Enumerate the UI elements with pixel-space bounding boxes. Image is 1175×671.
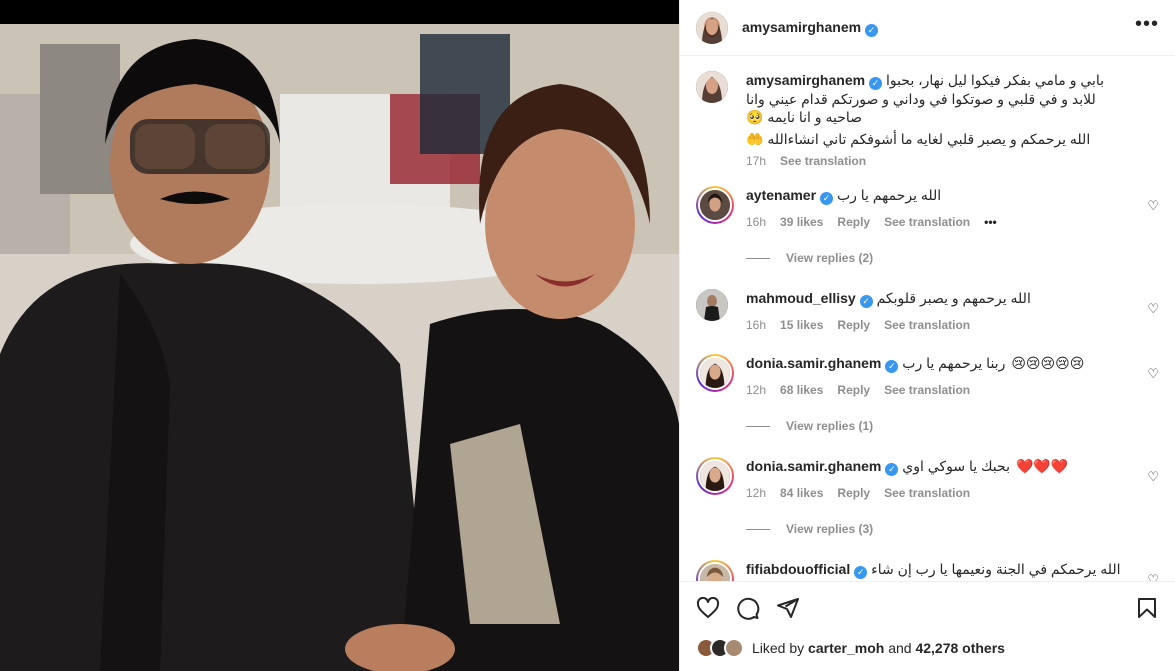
reply-button[interactable]: Reply xyxy=(837,215,870,229)
verified-badge-icon: ✓ xyxy=(854,566,868,579)
verified-badge-icon: ✓ xyxy=(859,295,873,308)
liked-by-prefix: Liked by xyxy=(752,640,805,656)
post-media-panel xyxy=(0,0,679,671)
comment-item: mahmoud_ellisy ✓ الله يرحمهم و يصبر قلوبك… xyxy=(696,289,1159,332)
author-username[interactable]: amysamirghanem xyxy=(742,19,861,35)
view-replies-button[interactable]: View replies (1) xyxy=(746,419,1159,433)
commenter-avatar[interactable] xyxy=(696,354,734,392)
likes-count[interactable]: 42,278 others xyxy=(915,640,1005,656)
more-horizontal-icon[interactable]: ••• xyxy=(1135,14,1159,37)
caption-see-translation[interactable]: See translation xyxy=(780,154,866,168)
caption-avatar[interactable] xyxy=(696,71,728,103)
comment-like-heart-icon[interactable]: ♡ xyxy=(1147,469,1159,485)
see-translation-button[interactable]: See translation xyxy=(884,318,970,332)
comment-text: الله يرحمهم يا رب xyxy=(836,187,942,203)
comment-icon[interactable] xyxy=(736,596,760,625)
comment-text: بحبك يا سوكي اوي xyxy=(902,458,1010,474)
heart-icon[interactable] xyxy=(696,596,720,625)
post-header: amysamirghanem ✓ ••• xyxy=(680,0,1175,56)
caption-text-line2: الله يرحمكم و يصبر قلبي لغايه ما أشوفكم … xyxy=(746,131,1091,147)
caption-username[interactable]: amysamirghanem xyxy=(746,72,865,88)
reply-button[interactable]: Reply xyxy=(837,318,870,332)
liker-avatar xyxy=(724,638,744,658)
commenter-avatar[interactable] xyxy=(696,289,728,321)
comment-likes[interactable]: 68 likes xyxy=(780,383,823,397)
comment-time[interactable]: 16h xyxy=(746,318,766,332)
post-side-panel: amysamirghanem ✓ ••• amysamirghanem ✓ بابي… xyxy=(679,0,1175,671)
comment-item: aytenamer ✓ الله يرحمهم يا رب 16h 39 like… xyxy=(696,186,1159,229)
commenter-avatar[interactable] xyxy=(696,560,734,581)
author-avatar[interactable] xyxy=(696,11,728,44)
view-replies-button[interactable]: View replies (3) xyxy=(746,522,1159,536)
comment-item: fifiabdouofficial ✓ الله يرحمكم في الجنة … xyxy=(696,560,1159,581)
liked-by-user[interactable]: carter_moh xyxy=(808,640,884,656)
view-replies-button[interactable]: View replies (2) xyxy=(746,251,1159,265)
liked-by-and: and xyxy=(888,640,912,656)
action-icons xyxy=(696,594,1159,626)
verified-badge-icon: ✓ xyxy=(820,192,834,205)
verified-badge-icon: ✓ xyxy=(869,77,883,90)
photo-illustration xyxy=(0,24,679,671)
comment-emojis: 😢😢😢😢😢 xyxy=(1011,355,1085,371)
see-translation-button[interactable]: See translation xyxy=(884,383,970,397)
caption-time[interactable]: 17h xyxy=(746,154,766,168)
commenter-username[interactable]: donia.samir.ghanem xyxy=(746,458,881,474)
comment-text: ربنا يرحمهم يا رب xyxy=(902,355,1006,371)
bookmark-icon[interactable] xyxy=(1135,596,1159,625)
reply-button[interactable]: Reply xyxy=(837,383,870,397)
comments-list[interactable]: amysamirghanem ✓ بابي و مامي بفكر فيكوا ل… xyxy=(680,57,1175,581)
comment-likes[interactable]: 39 likes xyxy=(780,215,823,229)
paper-plane-icon[interactable] xyxy=(776,596,800,625)
comment-time[interactable]: 12h xyxy=(746,486,766,500)
caption: amysamirghanem ✓ بابي و مامي بفكر فيكوا ل… xyxy=(696,71,1159,168)
comment-likes[interactable]: 15 likes xyxy=(780,318,823,332)
verified-badge-icon: ✓ xyxy=(885,463,899,476)
post-photo[interactable] xyxy=(0,24,679,671)
see-translation-button[interactable]: See translation xyxy=(884,215,970,229)
comment-time[interactable]: 12h xyxy=(746,383,766,397)
comment-like-heart-icon[interactable]: ♡ xyxy=(1147,572,1159,581)
liker-avatars xyxy=(696,638,744,658)
author-name-wrap: amysamirghanem ✓ xyxy=(742,19,879,37)
commenter-avatar[interactable] xyxy=(696,457,734,495)
commenter-avatar[interactable] xyxy=(696,186,734,224)
commenter-username[interactable]: fifiabdouofficial xyxy=(746,561,850,577)
comment-like-heart-icon[interactable]: ♡ xyxy=(1147,301,1159,317)
commenter-username[interactable]: mahmoud_ellisy xyxy=(746,290,856,306)
comment-item: donia.samir.ghanem ✓ بحبك يا سوكي اوي ❤️❤️… xyxy=(696,457,1159,500)
reply-button[interactable]: Reply xyxy=(837,486,870,500)
comment-time[interactable]: 16h xyxy=(746,215,766,229)
see-translation-button[interactable]: See translation xyxy=(884,486,970,500)
likes-summary[interactable]: Liked by carter_moh and 42,278 others xyxy=(696,638,1159,658)
comment-like-heart-icon[interactable]: ♡ xyxy=(1147,198,1159,214)
verified-badge-icon: ✓ xyxy=(885,360,899,373)
comment-options-icon[interactable]: ••• xyxy=(984,215,997,229)
commenter-username[interactable]: donia.samir.ghanem xyxy=(746,355,881,371)
post-actions-bar: Liked by carter_moh and 42,278 others xyxy=(680,581,1175,671)
comment-emojis: ❤️❤️❤️ xyxy=(1015,458,1069,474)
comment-item: donia.samir.ghanem ✓ ربنا يرحمهم يا رب 😢😢😢… xyxy=(696,354,1159,397)
commenter-username[interactable]: aytenamer xyxy=(746,187,816,203)
comment-text: الله يرحمهم و يصبر قلوبكم xyxy=(876,290,1031,306)
comment-likes[interactable]: 84 likes xyxy=(780,486,823,500)
comment-like-heart-icon[interactable]: ♡ xyxy=(1147,366,1159,382)
verified-badge-icon: ✓ xyxy=(865,23,879,37)
